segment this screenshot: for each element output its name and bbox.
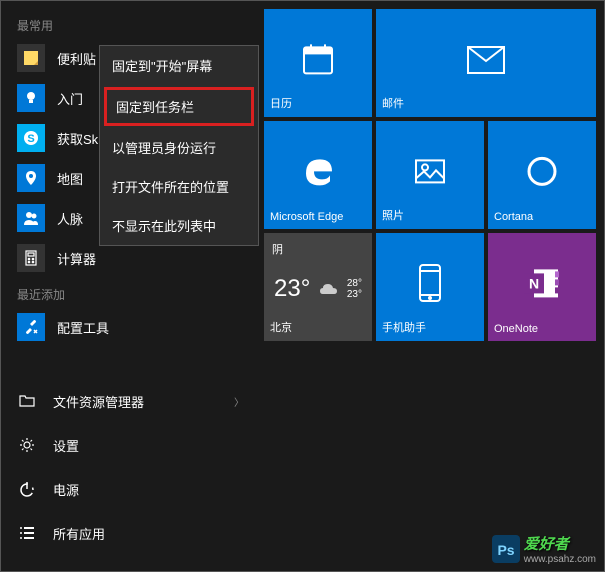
tile-onenote[interactable]: N OneNote bbox=[488, 233, 596, 341]
start-menu: 最常用 便利贴 〉 入门 S 获取Sk bbox=[1, 1, 604, 571]
tile-label: OneNote bbox=[494, 323, 590, 335]
edge-icon bbox=[300, 153, 336, 189]
folder-icon bbox=[17, 391, 37, 411]
tile-label: Microsoft Edge bbox=[270, 211, 366, 223]
photos-icon bbox=[412, 153, 448, 189]
tile-calendar[interactable]: 日历 bbox=[264, 9, 372, 117]
weather-city: 北京 bbox=[270, 319, 366, 335]
context-pin-start[interactable]: 固定到"开始"屏幕 bbox=[100, 46, 258, 85]
tile-edge[interactable]: Microsoft Edge bbox=[264, 121, 372, 229]
calendar-icon bbox=[300, 41, 336, 77]
app-label: 计算器 bbox=[57, 249, 96, 268]
weather-content: 阴 23° 28° 23° 北京 bbox=[270, 239, 366, 335]
context-pin-taskbar[interactable]: 固定到任务栏 bbox=[104, 87, 254, 126]
app-label: 地图 bbox=[57, 169, 83, 188]
bottom-label: 设置 bbox=[53, 436, 79, 455]
tile-label: 手机助手 bbox=[382, 319, 478, 335]
context-menu: 固定到"开始"屏幕 固定到任务栏 以管理员身份运行 打开文件所在的位置 不显示在… bbox=[99, 45, 259, 246]
watermark-url: www.psahz.com bbox=[524, 554, 596, 565]
map-pin-icon bbox=[17, 164, 45, 192]
settings-button[interactable]: 设置 bbox=[1, 423, 260, 467]
tile-weather[interactable]: 阴 23° 28° 23° 北京 bbox=[264, 233, 372, 341]
bottom-label: 所有应用 bbox=[53, 524, 105, 543]
weather-low: 23° bbox=[347, 289, 362, 300]
context-run-admin[interactable]: 以管理员身份运行 bbox=[100, 128, 258, 167]
app-label: 获取Sk bbox=[57, 129, 98, 148]
cortana-icon bbox=[524, 153, 560, 189]
tile-photos[interactable]: 照片 bbox=[376, 121, 484, 229]
file-explorer-button[interactable]: 文件资源管理器 〉 bbox=[1, 379, 260, 423]
svg-text:S: S bbox=[27, 133, 34, 145]
app-label: 便利贴 bbox=[57, 49, 96, 68]
app-label: 人脉 bbox=[57, 209, 83, 228]
sticky-notes-icon bbox=[17, 44, 45, 72]
bottom-panel: 文件资源管理器 〉 设置 电源 所有应用 bbox=[1, 371, 260, 563]
tile-label: 日历 bbox=[270, 95, 366, 111]
list-icon bbox=[17, 523, 37, 543]
phone-icon bbox=[416, 263, 444, 303]
watermark: Ps 爱好者 www.psahz.com bbox=[492, 533, 596, 565]
bottom-label: 文件资源管理器 bbox=[53, 392, 144, 411]
weather-high: 28° bbox=[347, 278, 362, 289]
mail-icon bbox=[466, 45, 506, 75]
tile-mail[interactable]: 邮件 bbox=[376, 9, 596, 117]
tools-icon bbox=[17, 313, 45, 341]
context-remove-list[interactable]: 不显示在此列表中 bbox=[100, 206, 258, 245]
app-config-tool[interactable]: 配置工具 bbox=[1, 307, 260, 347]
ps-logo-icon: Ps bbox=[492, 535, 520, 563]
bottom-label: 电源 bbox=[53, 480, 79, 499]
context-open-location[interactable]: 打开文件所在的位置 bbox=[100, 167, 258, 206]
all-apps-button[interactable]: 所有应用 bbox=[1, 511, 260, 555]
section-most-used: 最常用 bbox=[1, 9, 260, 38]
weather-temp: 23° bbox=[274, 275, 310, 303]
tile-label: Cortana bbox=[494, 211, 590, 223]
power-button[interactable]: 电源 bbox=[1, 467, 260, 511]
svg-text:N: N bbox=[529, 275, 539, 291]
people-icon bbox=[17, 204, 45, 232]
tile-phone-companion[interactable]: 手机助手 bbox=[376, 233, 484, 341]
bulb-icon bbox=[17, 84, 45, 112]
onenote-icon: N bbox=[522, 265, 562, 301]
tile-cortana[interactable]: Cortana bbox=[488, 121, 596, 229]
app-label: 入门 bbox=[57, 89, 83, 108]
chevron-right-icon: 〉 bbox=[234, 394, 244, 409]
tiles-panel: 日历 邮件 Microsoft Edge 照片 Cortana bbox=[260, 1, 604, 571]
tile-label: 邮件 bbox=[382, 95, 590, 111]
section-recently-added: 最近添加 bbox=[1, 278, 260, 307]
app-label: 配置工具 bbox=[57, 318, 109, 337]
weather-condition: 阴 bbox=[270, 239, 366, 259]
watermark-text: 爱好者 bbox=[524, 533, 596, 554]
calculator-icon bbox=[17, 244, 45, 272]
gear-icon bbox=[17, 435, 37, 455]
power-icon bbox=[17, 479, 37, 499]
skype-icon: S bbox=[17, 124, 45, 152]
cloud-icon bbox=[318, 278, 340, 300]
tile-label: 照片 bbox=[382, 207, 478, 223]
svg-text:Ps: Ps bbox=[497, 542, 514, 558]
